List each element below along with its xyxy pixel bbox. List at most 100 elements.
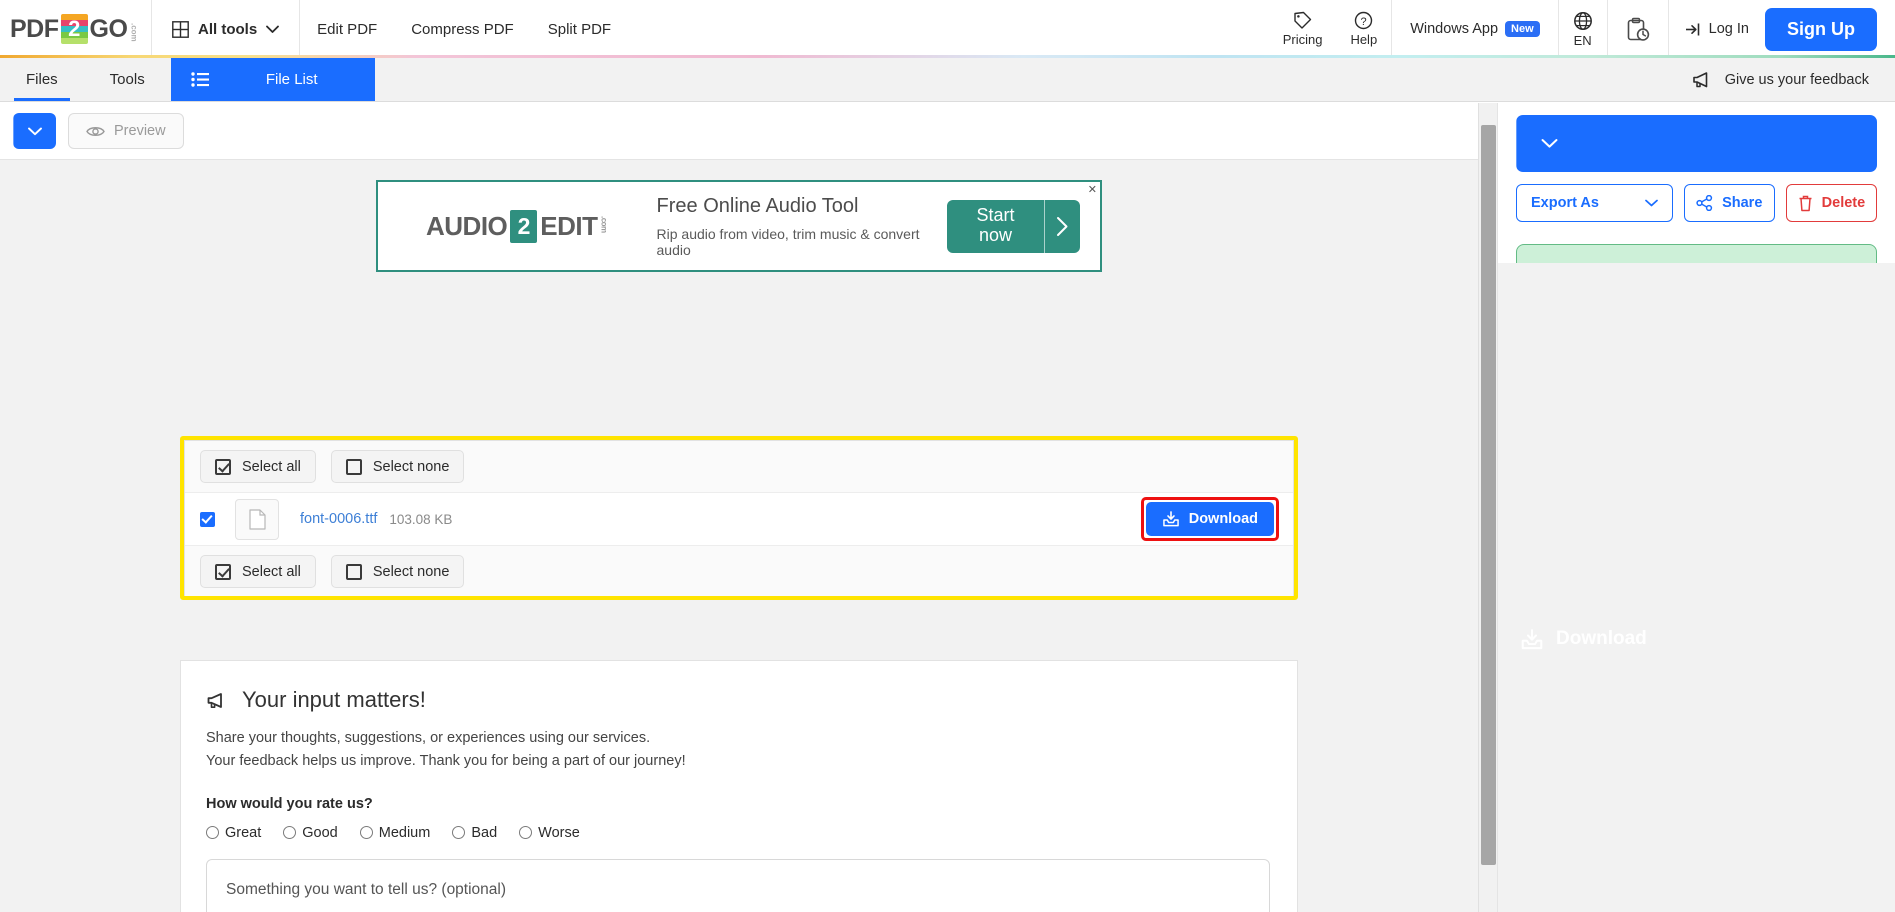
chevron-down-icon bbox=[1645, 199, 1658, 207]
nav-split-pdf[interactable]: Split PDF bbox=[531, 0, 628, 58]
radio-icon bbox=[452, 826, 465, 839]
sidebar-download-button[interactable]: Download bbox=[1516, 115, 1877, 172]
download-selected-button[interactable]: Download selected bbox=[13, 113, 56, 149]
feedback-line-2: Your feedback helps us improve. Thank yo… bbox=[206, 750, 1272, 773]
rating-option-worse[interactable]: Worse bbox=[519, 825, 580, 841]
ad-logo-square: 2 bbox=[510, 210, 537, 243]
radio-icon bbox=[206, 826, 219, 839]
tab-bar: Files Tools File List Give us your feedb… bbox=[0, 58, 1895, 102]
tag-icon bbox=[1293, 11, 1312, 30]
tab-file-list[interactable]: File List bbox=[171, 58, 375, 101]
ad-close-icon[interactable]: ✕ bbox=[1088, 183, 1097, 196]
rating-options: Great Good Medium Bad Worse bbox=[206, 825, 1272, 841]
feedback-textarea[interactable]: Something you want to tell us? (optional… bbox=[206, 859, 1270, 912]
feedback-card: Your input matters! Share your thoughts,… bbox=[180, 660, 1298, 912]
pdf2go-file-list-page: PDF 2 GO .com All tools Edit PDF Compres… bbox=[0, 0, 1895, 912]
chevron-right-icon bbox=[1045, 200, 1080, 253]
chevron-down-icon bbox=[266, 25, 279, 34]
all-tools-label: All tools bbox=[198, 21, 257, 38]
trash-icon bbox=[1798, 195, 1813, 212]
tab-file-list-label: File List bbox=[231, 71, 375, 88]
share-icon bbox=[1696, 195, 1713, 211]
give-feedback-label: Give us your feedback bbox=[1725, 72, 1869, 88]
share-label: Share bbox=[1722, 195, 1762, 211]
download-selected-dropdown[interactable] bbox=[14, 113, 56, 149]
delete-button[interactable]: Delete bbox=[1786, 184, 1877, 222]
site-logo[interactable]: PDF 2 GO .com bbox=[0, 0, 152, 58]
rating-option-label: Good bbox=[302, 825, 337, 841]
ad-cta-button[interactable]: Start now bbox=[947, 200, 1080, 253]
feedback-line-1: Share your thoughts, suggestions, or exp… bbox=[206, 727, 1272, 750]
help-label: Help bbox=[1350, 32, 1377, 47]
new-badge: New bbox=[1505, 21, 1540, 37]
task-history-button[interactable] bbox=[1608, 0, 1668, 58]
chevron-down-icon bbox=[1541, 138, 1558, 149]
windows-app-label: Windows App bbox=[1410, 21, 1498, 37]
radio-icon bbox=[519, 826, 532, 839]
export-as-label: Export As bbox=[1531, 195, 1599, 211]
question-circle-icon: ? bbox=[1354, 11, 1373, 30]
list-icon bbox=[171, 72, 231, 87]
login-button[interactable]: Log In bbox=[1669, 21, 1765, 37]
language-selector[interactable]: EN bbox=[1559, 0, 1607, 58]
site-header: PDF 2 GO .com All tools Edit PDF Compres… bbox=[0, 0, 1895, 58]
rating-option-medium[interactable]: Medium bbox=[360, 825, 431, 841]
nav-edit-pdf[interactable]: Edit PDF bbox=[300, 0, 394, 58]
clipboard-clock-icon bbox=[1626, 17, 1650, 42]
tab-files[interactable]: Files bbox=[0, 58, 84, 101]
nav-compress-pdf[interactable]: Compress PDF bbox=[394, 0, 531, 58]
pricing-label: Pricing bbox=[1283, 32, 1323, 47]
ad-logo-post: EDIT bbox=[540, 211, 597, 242]
help-link[interactable]: ? Help bbox=[1336, 0, 1391, 58]
share-button[interactable]: Share bbox=[1684, 184, 1775, 222]
rating-option-bad[interactable]: Bad bbox=[452, 825, 497, 841]
login-label: Log In bbox=[1709, 21, 1749, 37]
all-tools-menu[interactable]: All tools bbox=[152, 0, 300, 58]
rating-question: How would you rate us? bbox=[206, 796, 1272, 812]
rating-option-label: Medium bbox=[379, 825, 431, 841]
radio-icon bbox=[360, 826, 373, 839]
right-sidebar: Download Export As Share bbox=[1497, 103, 1895, 912]
globe-icon bbox=[1573, 11, 1593, 31]
preview-button[interactable]: Preview bbox=[68, 113, 184, 149]
megaphone-icon bbox=[206, 691, 229, 710]
radio-icon bbox=[283, 826, 296, 839]
megaphone-icon bbox=[1692, 71, 1714, 89]
rating-option-good[interactable]: Good bbox=[283, 825, 337, 841]
sidebar-download-dropdown[interactable] bbox=[1517, 115, 1582, 172]
feedback-textarea-placeholder: Something you want to tell us? (optional… bbox=[226, 881, 506, 899]
main-content: ✕ AUDIO 2 EDIT .com Free Online Audio To… bbox=[0, 160, 1497, 912]
logo-text-pre: PDF bbox=[10, 15, 59, 44]
rating-option-great[interactable]: Great bbox=[206, 825, 261, 841]
logo-text-post: GO bbox=[90, 15, 128, 44]
rating-option-label: Bad bbox=[471, 825, 497, 841]
give-feedback-link[interactable]: Give us your feedback bbox=[1692, 58, 1895, 101]
main-scrollbar[interactable] bbox=[1478, 103, 1497, 912]
ad-logo-dotcom: .com bbox=[600, 216, 609, 233]
chevron-down-icon bbox=[28, 127, 42, 136]
rating-option-label: Worse bbox=[538, 825, 580, 841]
ad-logo-pre: AUDIO bbox=[426, 211, 507, 242]
feedback-title-row: Your input matters! bbox=[206, 687, 1272, 713]
tab-tools[interactable]: Tools bbox=[84, 58, 171, 101]
logo-square: 2 bbox=[61, 14, 88, 44]
file-list-highlight-box bbox=[180, 436, 1298, 600]
export-as-button[interactable]: Export As bbox=[1516, 184, 1673, 222]
login-arrow-icon bbox=[1685, 22, 1702, 37]
eye-icon bbox=[86, 125, 105, 138]
ad-logo: AUDIO 2 EDIT .com bbox=[378, 210, 609, 243]
rating-option-label: Great bbox=[225, 825, 261, 841]
ad-banner[interactable]: ✕ AUDIO 2 EDIT .com Free Online Audio To… bbox=[376, 180, 1102, 272]
delete-label: Delete bbox=[1822, 195, 1866, 211]
signup-button[interactable]: Sign Up bbox=[1765, 8, 1877, 51]
logo-dotcom: .com bbox=[129, 23, 138, 42]
pricing-link[interactable]: Pricing bbox=[1269, 0, 1337, 58]
windows-app-link[interactable]: Windows App New bbox=[1392, 0, 1557, 58]
action-bar: Download selected Preview bbox=[0, 103, 1497, 160]
ad-subline: Rip audio from video, trim music & conve… bbox=[657, 226, 947, 258]
preview-label: Preview bbox=[114, 123, 166, 139]
main-scrollbar-thumb[interactable] bbox=[1481, 125, 1496, 865]
sidebar-action-row: Export As Share Delete bbox=[1516, 184, 1877, 222]
ad-cta-label: Start now bbox=[947, 200, 1044, 253]
svg-text:?: ? bbox=[1361, 16, 1367, 28]
